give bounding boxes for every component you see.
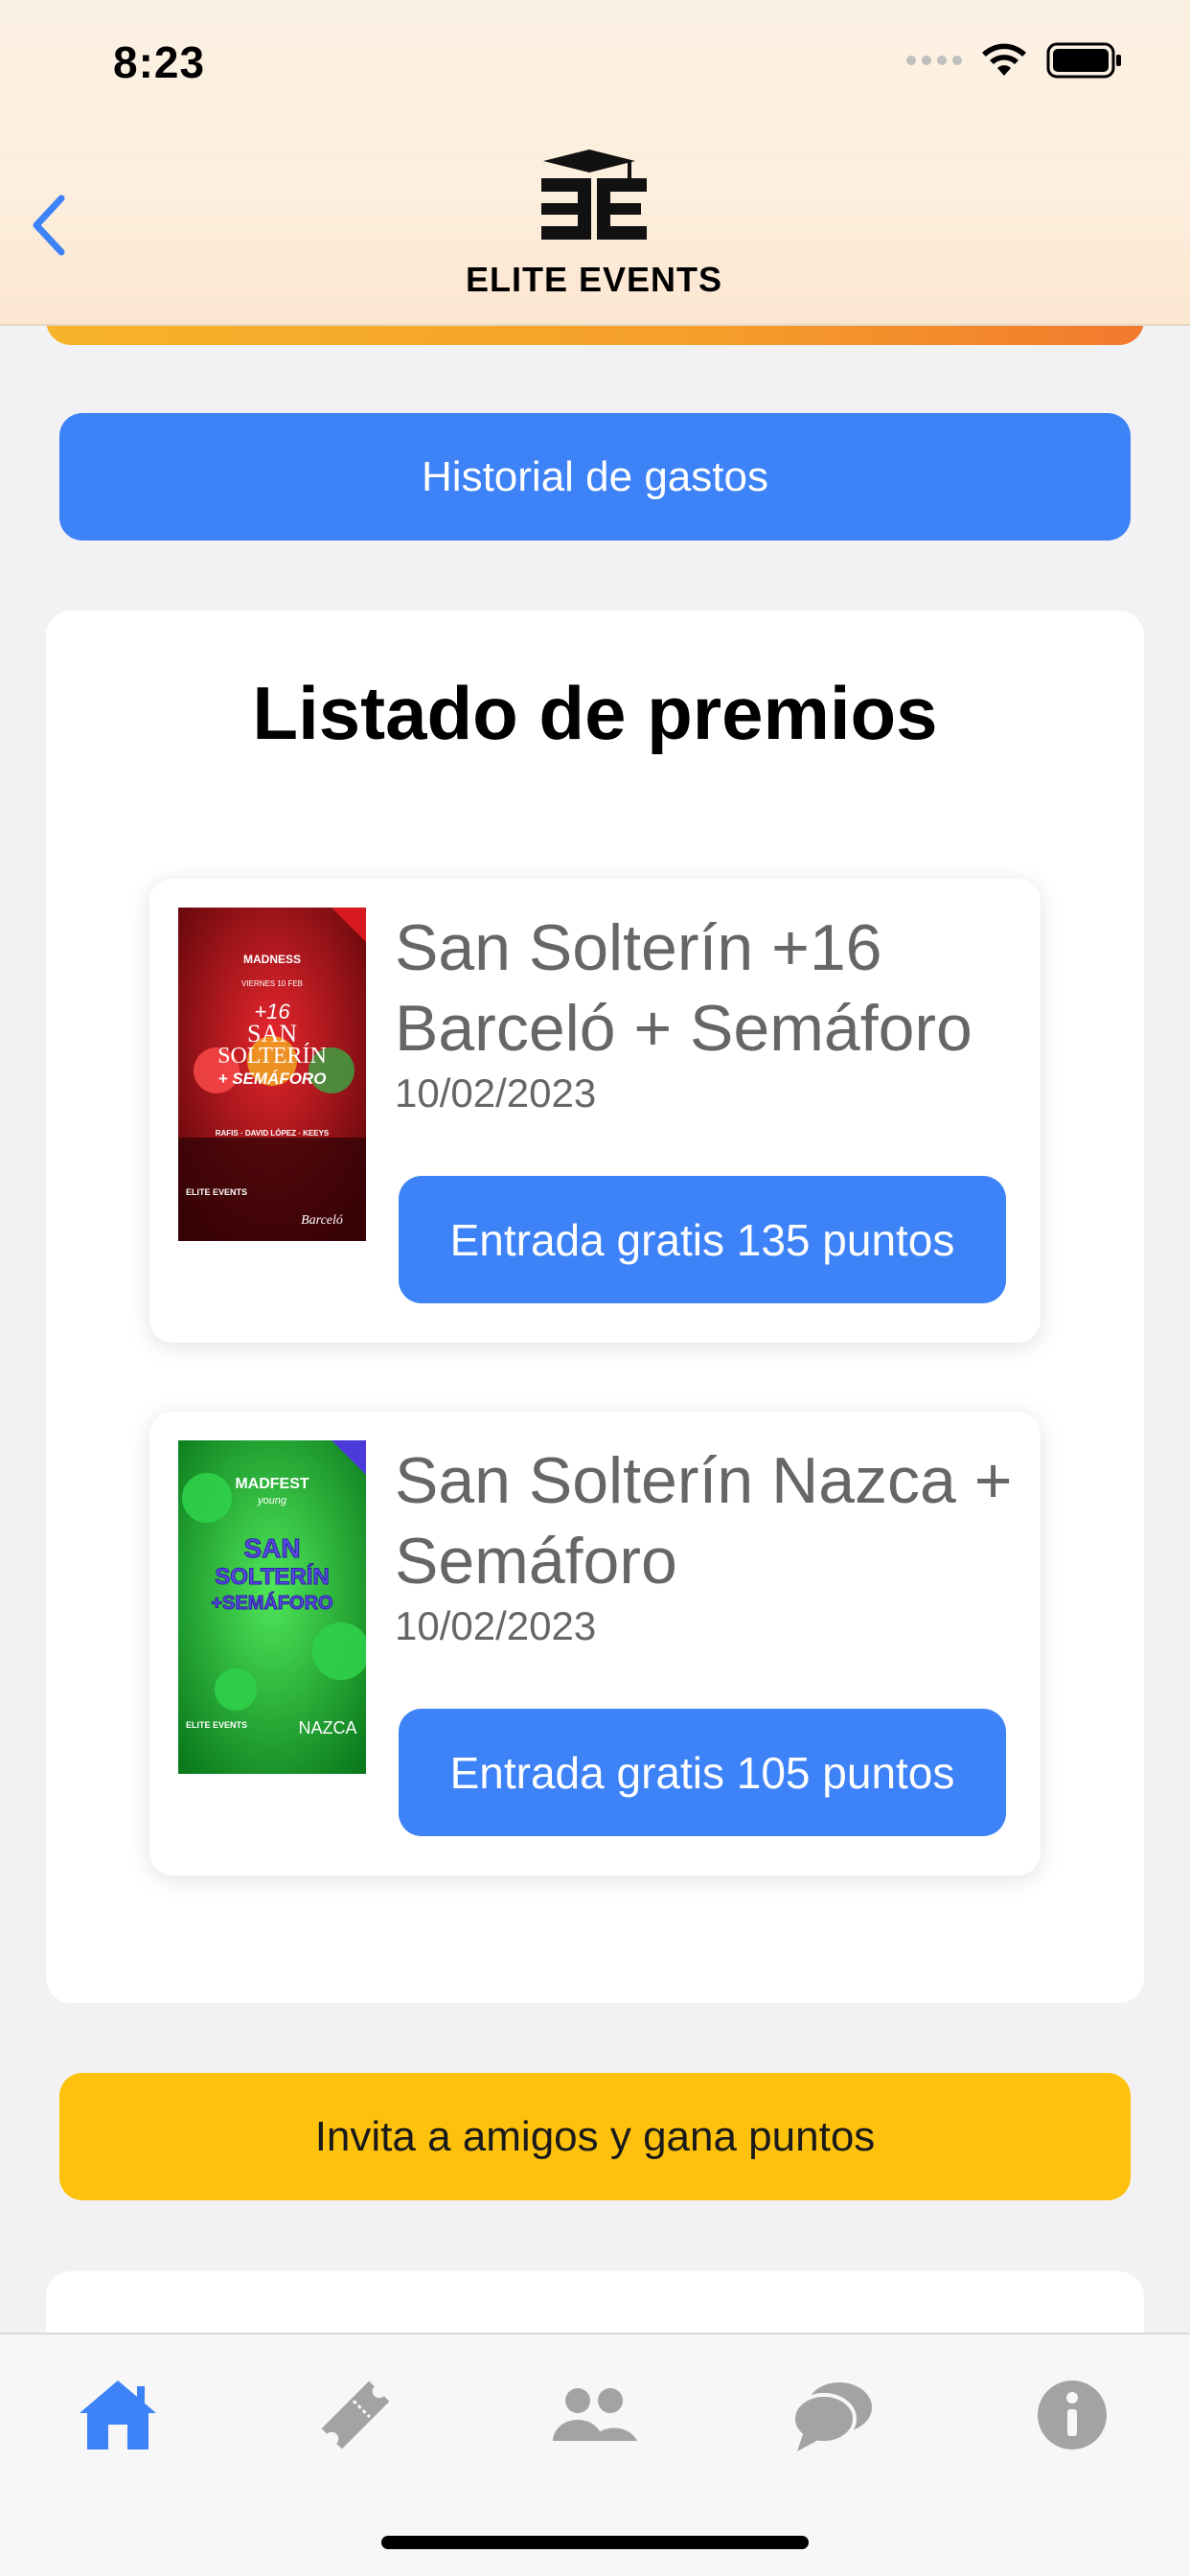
chat-icon: [791, 2382, 872, 2451]
prizes-card: Listado de premios MADNESS VIERNES 10 FE…: [46, 610, 1144, 2003]
poster-text: NAZCA: [298, 1718, 356, 1737]
prize-item: MADFEST young SAN SOLTERÍN +SEMÁFORO ELI…: [149, 1412, 1041, 1875]
signal-icon: [906, 56, 962, 65]
poster-text: MADFEST: [235, 1476, 309, 1492]
poster-text: RAFIS · DAVID LÓPEZ · KEEYS: [216, 1129, 330, 1138]
redeem-button[interactable]: Entrada gratis 135 puntos: [399, 1176, 1006, 1303]
poster-text: Barceló: [301, 1213, 343, 1228]
tab-chat[interactable]: [780, 2367, 885, 2463]
poster-text: MADNESS: [243, 953, 301, 966]
prize-item: MADNESS VIERNES 10 FEB +16 SAN SOLTERÍN …: [149, 879, 1041, 1343]
brand-name: ELITE EVENTS: [465, 260, 723, 299]
poster-text: ELITE EVENTS: [186, 1187, 247, 1197]
tab-info[interactable]: [1019, 2367, 1125, 2463]
wifi-icon: [982, 43, 1026, 76]
users-icon: [553, 2388, 637, 2441]
battery-icon: [1046, 42, 1121, 79]
prize-name: San Solterín Nazca + Semáforo: [395, 1444, 1013, 1598]
tab-friends[interactable]: [542, 2367, 648, 2463]
status-time: 8:23: [113, 37, 206, 87]
status-icons: [906, 42, 1123, 79]
poster-text: SAN: [243, 1533, 300, 1563]
brand-logo: ELITE EVENTS: [460, 144, 728, 299]
tab-home[interactable]: [65, 2367, 171, 2463]
prize-date: 10/02/2023: [395, 1603, 597, 1648]
poster-text: +SEMÁFORO: [211, 1592, 332, 1614]
invite-friends-button[interactable]: Invita a amigos y gana puntos: [59, 2073, 1131, 2200]
history-button[interactable]: Historial de gastos: [59, 413, 1131, 540]
poster-barcelo: MADNESS VIERNES 10 FEB +16 SAN SOLTERÍN …: [178, 908, 366, 1241]
poster-text: young: [257, 1495, 287, 1506]
poster-text: + SEMÁFORO: [218, 1070, 327, 1088]
info-icon: [1038, 2380, 1107, 2450]
prize-name: San Solterín +16 Barceló + Semáforo: [395, 911, 973, 1065]
event-poster-image: MADNESS VIERNES 10 FEB +16 SAN SOLTERÍN …: [178, 908, 366, 1241]
prize-date: 10/02/2023: [395, 1070, 597, 1116]
logo-mark-icon: [541, 150, 647, 240]
poster-nazca: MADFEST young SAN SOLTERÍN +SEMÁFORO ELI…: [178, 1440, 366, 1774]
home-icon: [80, 2380, 156, 2450]
back-button[interactable]: [19, 187, 77, 264]
home-indicator[interactable]: [381, 2536, 809, 2549]
poster-text: ELITE EVENTS: [186, 1720, 247, 1730]
top-header: 8:23 ELITE EVENTS: [0, 0, 1190, 326]
poster-text: VIERNES 10 FEB: [241, 979, 303, 988]
event-poster-image: MADFEST young SAN SOLTERÍN +SEMÁFORO ELI…: [178, 1440, 366, 1774]
poster-text: SOLTERÍN: [215, 1563, 330, 1590]
chevron-left-icon: [33, 195, 65, 256]
tab-tickets[interactable]: [303, 2367, 408, 2463]
ticket-icon: [321, 2380, 390, 2450]
prizes-title: Listado de premios: [252, 671, 938, 755]
poster-text: SOLTERÍN: [217, 1044, 327, 1069]
redeem-button[interactable]: Entrada gratis 105 puntos: [399, 1709, 1006, 1836]
